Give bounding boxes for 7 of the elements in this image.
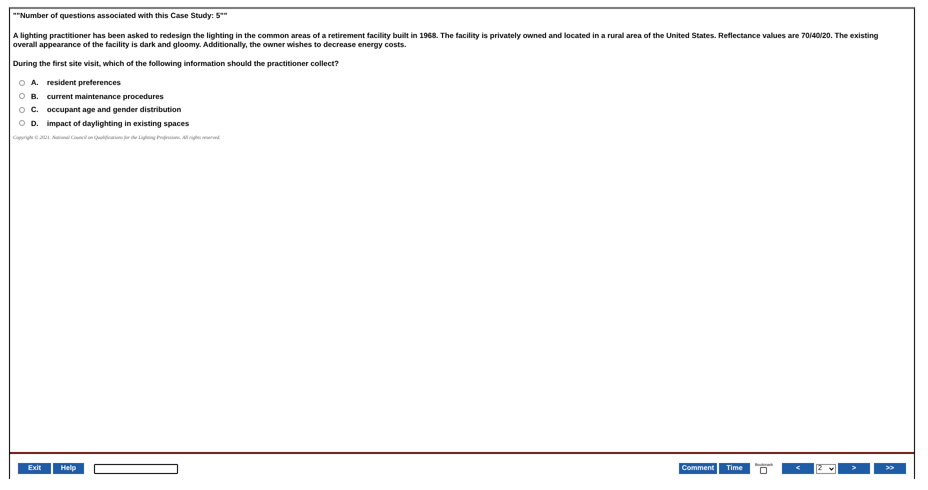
chevron-down-icon bbox=[829, 467, 834, 471]
radio-button[interactable] bbox=[19, 120, 25, 126]
radio-button[interactable] bbox=[19, 80, 25, 86]
bookmark-checkbox[interactable] bbox=[760, 467, 768, 474]
text-field[interactable] bbox=[94, 464, 178, 474]
radio-button[interactable] bbox=[19, 106, 25, 112]
radio-button[interactable] bbox=[19, 93, 25, 99]
